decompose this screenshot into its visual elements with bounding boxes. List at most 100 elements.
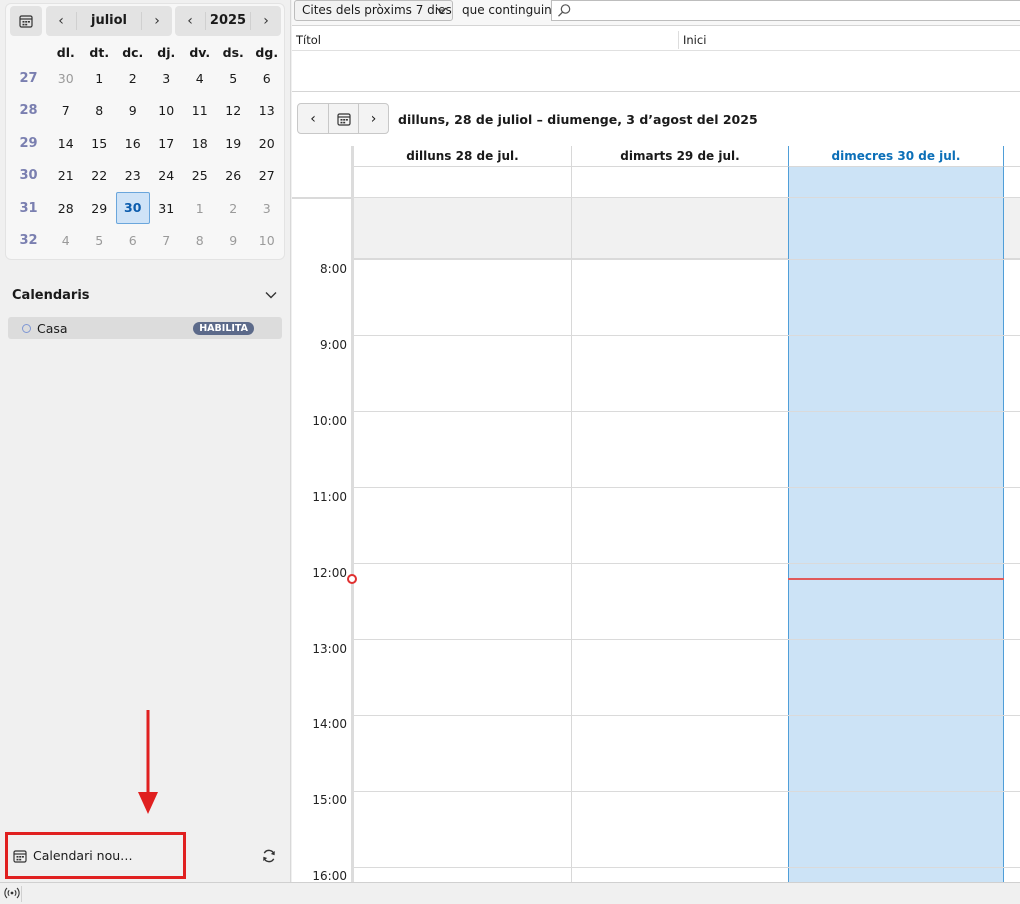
week-number[interactable]: 29 bbox=[6, 136, 49, 151]
week-row: 30 21 22 23 24 25 26 27 bbox=[6, 160, 284, 193]
calendar-icon bbox=[13, 849, 27, 863]
day-cell[interactable]: 17 bbox=[150, 136, 184, 151]
day-cell[interactable]: 16 bbox=[116, 136, 150, 151]
hour-line bbox=[353, 411, 1020, 412]
day-cell[interactable]: 10 bbox=[150, 103, 184, 118]
event-list-header: Títol Inici bbox=[292, 29, 1020, 51]
year-label[interactable]: 2025 bbox=[205, 12, 251, 30]
hour-line bbox=[353, 715, 1020, 716]
day-cell[interactable]: 8 bbox=[83, 103, 117, 118]
today-button[interactable] bbox=[10, 6, 42, 36]
enable-calendar-badge[interactable]: HABILITA bbox=[193, 321, 254, 335]
calendars-header[interactable]: Calendaris bbox=[12, 288, 90, 303]
day-column-wednesday-selected[interactable] bbox=[788, 198, 1004, 882]
day-header-wednesday[interactable]: dimecres 30 de jul. bbox=[788, 146, 1004, 167]
day-cell[interactable]: 8 bbox=[183, 233, 217, 248]
day-cell[interactable]: 24 bbox=[150, 168, 184, 183]
day-cell[interactable]: 13 bbox=[250, 103, 284, 118]
event-list[interactable] bbox=[292, 52, 1020, 92]
week-number[interactable]: 30 bbox=[6, 168, 49, 183]
contains-label: que continguin bbox=[462, 3, 552, 17]
day-cell[interactable]: 9 bbox=[217, 233, 251, 248]
day-cell[interactable]: 21 bbox=[49, 168, 83, 183]
allday-cell[interactable] bbox=[354, 167, 571, 198]
day-cell[interactable]: 1 bbox=[83, 71, 117, 86]
day-cell[interactable]: 6 bbox=[250, 71, 284, 86]
day-cell[interactable]: 18 bbox=[183, 136, 217, 151]
column-title[interactable]: Títol bbox=[296, 33, 321, 47]
weekday-label: dt. bbox=[89, 44, 110, 60]
week-number[interactable]: 28 bbox=[6, 103, 49, 118]
new-calendar-button[interactable]: Calendari nou… bbox=[5, 832, 186, 879]
calendar-name: Casa bbox=[37, 320, 68, 336]
day-cell[interactable]: 4 bbox=[183, 71, 217, 86]
day-cell[interactable]: 27 bbox=[250, 168, 284, 183]
online-status-icon[interactable] bbox=[4, 886, 22, 902]
hour-label: 12:00 bbox=[312, 566, 347, 580]
previous-year-button[interactable]: ‹ bbox=[175, 6, 205, 36]
day-cell[interactable]: 3 bbox=[150, 71, 184, 86]
day-cell[interactable]: 3 bbox=[250, 201, 284, 216]
day-cell[interactable]: 30 bbox=[49, 71, 83, 86]
day-cell[interactable]: 25 bbox=[183, 168, 217, 183]
day-cell[interactable]: 5 bbox=[217, 71, 251, 86]
chevron-right-icon: › bbox=[370, 110, 377, 127]
sync-button[interactable] bbox=[259, 846, 279, 866]
week-row: 31 28 29 30 31 1 2 3 bbox=[6, 192, 284, 225]
day-column-monday[interactable] bbox=[354, 198, 571, 882]
day-cell[interactable]: 7 bbox=[150, 233, 184, 248]
next-year-button[interactable]: › bbox=[251, 6, 281, 36]
day-cell[interactable]: 5 bbox=[83, 233, 117, 248]
day-cell[interactable]: 31 bbox=[150, 201, 184, 216]
day-cell[interactable]: 29 bbox=[83, 201, 117, 216]
day-cell[interactable]: 10 bbox=[250, 233, 284, 248]
column-start[interactable]: Inici bbox=[683, 33, 706, 47]
day-header-monday[interactable]: dilluns 28 de jul. bbox=[354, 146, 571, 167]
refresh-icon bbox=[263, 849, 275, 863]
next-week-button[interactable]: › bbox=[358, 104, 388, 133]
day-cell[interactable]: 26 bbox=[217, 168, 251, 183]
week-row: 28 7 8 9 10 11 12 13 bbox=[6, 95, 284, 128]
week-navigation: ‹ › bbox=[297, 103, 389, 134]
day-cell[interactable]: 23 bbox=[116, 168, 150, 183]
column-divider[interactable] bbox=[678, 31, 679, 49]
hour-label: 14:00 bbox=[312, 717, 347, 731]
day-cell[interactable]: 11 bbox=[183, 103, 217, 118]
allday-cell[interactable] bbox=[571, 167, 788, 198]
search-input[interactable] bbox=[551, 0, 1020, 21]
day-cell[interactable]: 20 bbox=[250, 136, 284, 151]
day-cell[interactable]: 2 bbox=[217, 201, 251, 216]
today-button[interactable] bbox=[328, 104, 358, 133]
current-time-marker bbox=[347, 574, 357, 584]
day-cell[interactable]: 15 bbox=[83, 136, 117, 151]
day-cell[interactable]: 19 bbox=[217, 136, 251, 151]
day-cell[interactable]: 7 bbox=[49, 103, 83, 118]
day-cell[interactable]: 9 bbox=[116, 103, 150, 118]
day-cell[interactable]: 2 bbox=[116, 71, 150, 86]
status-bar bbox=[0, 882, 1020, 904]
day-cell[interactable]: 22 bbox=[83, 168, 117, 183]
current-time-line bbox=[788, 578, 1004, 580]
day-cell[interactable]: 4 bbox=[49, 233, 83, 248]
day-cell[interactable]: 1 bbox=[183, 201, 217, 216]
day-cell[interactable]: 14 bbox=[49, 136, 83, 151]
calendar-item-casa[interactable]: Casa HABILITA bbox=[8, 317, 282, 339]
next-month-button[interactable]: › bbox=[142, 6, 172, 36]
day-cell-today[interactable]: 30 bbox=[116, 192, 150, 225]
filter-bar: Cites dels pròxims 7 dies que continguin bbox=[292, 0, 1020, 26]
chevron-down-icon[interactable] bbox=[264, 288, 278, 302]
day-cell[interactable]: 28 bbox=[49, 201, 83, 216]
week-number[interactable]: 32 bbox=[6, 233, 49, 248]
hour-line bbox=[353, 563, 1020, 564]
date-filter-select[interactable]: Cites dels pròxims 7 dies bbox=[294, 0, 453, 21]
day-column-tuesday[interactable] bbox=[571, 198, 788, 882]
day-cell[interactable]: 6 bbox=[116, 233, 150, 248]
week-number[interactable]: 31 bbox=[6, 201, 49, 216]
month-label[interactable]: juliol bbox=[76, 12, 142, 30]
previous-week-button[interactable]: ‹ bbox=[298, 104, 328, 133]
day-cell[interactable]: 12 bbox=[217, 103, 251, 118]
previous-month-button[interactable]: ‹ bbox=[46, 6, 76, 36]
allday-cell-selected[interactable] bbox=[788, 167, 1004, 198]
day-header-tuesday[interactable]: dimarts 29 de jul. bbox=[571, 146, 788, 167]
week-number[interactable]: 27 bbox=[6, 71, 49, 86]
